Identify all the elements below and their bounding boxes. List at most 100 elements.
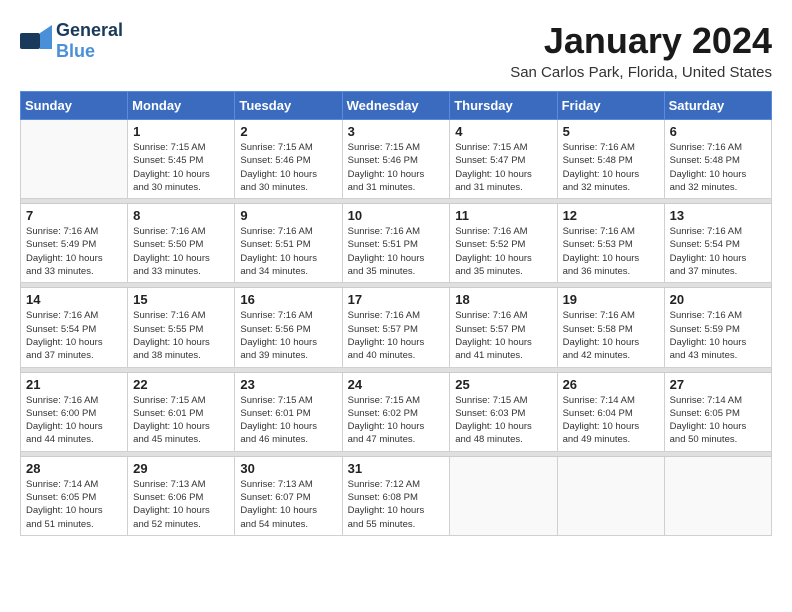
calendar-cell: 16Sunrise: 7:16 AM Sunset: 5:56 PM Dayli… bbox=[235, 288, 342, 367]
day-info: Sunrise: 7:16 AM Sunset: 5:53 PM Dayligh… bbox=[563, 225, 659, 278]
weekday-header-thursday: Thursday bbox=[450, 92, 557, 120]
logo-general: General bbox=[56, 20, 123, 40]
day-info: Sunrise: 7:15 AM Sunset: 6:01 PM Dayligh… bbox=[133, 394, 229, 447]
day-number: 14 bbox=[26, 292, 122, 307]
calendar-cell: 22 Sunrise: 7:15 AM Sunset: 6:01 PM Dayli… bbox=[128, 372, 235, 451]
day-number: 9 bbox=[240, 208, 336, 223]
day-info: Sunrise: 7:16 AM Sunset: 5:51 PM Dayligh… bbox=[240, 225, 336, 278]
day-number: 18 bbox=[455, 292, 551, 307]
calendar-cell: 27 Sunrise: 7:14 AM Sunset: 6:05 PM Dayli… bbox=[664, 372, 771, 451]
day-number: 21 bbox=[26, 377, 122, 392]
day-number: 22 bbox=[133, 377, 229, 392]
day-info: Sunrise: 7:14 AM Sunset: 6:05 PM Dayligh… bbox=[670, 394, 766, 447]
month-title: January 2024 bbox=[510, 20, 772, 62]
day-info: Sunrise: 7:13 AM Sunset: 6:06 PM Dayligh… bbox=[133, 478, 229, 531]
calendar-cell: 30Sunrise: 7:13 AM Sunset: 6:07 PM Dayli… bbox=[235, 456, 342, 535]
day-number: 6 bbox=[670, 124, 766, 139]
calendar-cell: 2 Sunrise: 7:15 AM Sunset: 5:46 PM Daylig… bbox=[235, 120, 342, 199]
calendar-table: SundayMondayTuesdayWednesdayThursdayFrid… bbox=[20, 91, 772, 536]
logo-icon bbox=[20, 25, 52, 57]
day-number: 12 bbox=[563, 208, 659, 223]
calendar-cell: 21 Sunrise: 7:16 AM Sunset: 6:00 PM Dayli… bbox=[21, 372, 128, 451]
day-number: 3 bbox=[348, 124, 445, 139]
calendar-cell: 7 Sunrise: 7:16 AM Sunset: 5:49 PM Daylig… bbox=[21, 204, 128, 283]
day-number: 31 bbox=[348, 461, 445, 476]
title-block: January 2024 San Carlos Park, Florida, U… bbox=[510, 20, 772, 81]
day-info: Sunrise: 7:16 AM Sunset: 5:57 PM Dayligh… bbox=[455, 309, 551, 362]
day-info: Sunrise: 7:13 AM Sunset: 6:07 PM Dayligh… bbox=[240, 478, 336, 531]
calendar-week-row: 21 Sunrise: 7:16 AM Sunset: 6:00 PM Dayli… bbox=[21, 372, 772, 451]
weekday-header-wednesday: Wednesday bbox=[342, 92, 450, 120]
calendar-cell: 14 Sunrise: 7:16 AM Sunset: 5:54 PM Dayli… bbox=[21, 288, 128, 367]
calendar-cell: 23Sunrise: 7:15 AM Sunset: 6:01 PM Dayli… bbox=[235, 372, 342, 451]
calendar-cell: 15 Sunrise: 7:16 AM Sunset: 5:55 PM Dayli… bbox=[128, 288, 235, 367]
weekday-header-tuesday: Tuesday bbox=[235, 92, 342, 120]
day-info: Sunrise: 7:16 AM Sunset: 5:56 PM Dayligh… bbox=[240, 309, 336, 362]
day-info: Sunrise: 7:16 AM Sunset: 5:58 PM Dayligh… bbox=[563, 309, 659, 362]
calendar-cell: 28 Sunrise: 7:14 AM Sunset: 6:05 PM Dayli… bbox=[21, 456, 128, 535]
day-info: Sunrise: 7:16 AM Sunset: 5:57 PM Dayligh… bbox=[348, 309, 445, 362]
day-number: 26 bbox=[563, 377, 659, 392]
calendar-cell: 31 Sunrise: 7:12 AM Sunset: 6:08 PM Dayli… bbox=[342, 456, 450, 535]
calendar-week-row: 7 Sunrise: 7:16 AM Sunset: 5:49 PM Daylig… bbox=[21, 204, 772, 283]
day-number: 2 bbox=[240, 124, 336, 139]
calendar-cell: 1Sunrise: 7:15 AM Sunset: 5:45 PM Daylig… bbox=[128, 120, 235, 199]
calendar-cell: 26 Sunrise: 7:14 AM Sunset: 6:04 PM Dayli… bbox=[557, 372, 664, 451]
logo: General Blue bbox=[20, 20, 123, 62]
calendar-cell: 8Sunrise: 7:16 AM Sunset: 5:50 PM Daylig… bbox=[128, 204, 235, 283]
day-info: Sunrise: 7:15 AM Sunset: 6:02 PM Dayligh… bbox=[348, 394, 445, 447]
calendar-cell: 12 Sunrise: 7:16 AM Sunset: 5:53 PM Dayli… bbox=[557, 204, 664, 283]
day-info: Sunrise: 7:15 AM Sunset: 6:03 PM Dayligh… bbox=[455, 394, 551, 447]
day-number: 27 bbox=[670, 377, 766, 392]
calendar-cell bbox=[450, 456, 557, 535]
day-info: Sunrise: 7:16 AM Sunset: 5:51 PM Dayligh… bbox=[348, 225, 445, 278]
day-info: Sunrise: 7:14 AM Sunset: 6:05 PM Dayligh… bbox=[26, 478, 122, 531]
weekday-header-friday: Friday bbox=[557, 92, 664, 120]
calendar-cell bbox=[557, 456, 664, 535]
day-info: Sunrise: 7:16 AM Sunset: 5:54 PM Dayligh… bbox=[670, 225, 766, 278]
calendar-cell: 25 Sunrise: 7:15 AM Sunset: 6:03 PM Dayli… bbox=[450, 372, 557, 451]
day-number: 29 bbox=[133, 461, 229, 476]
calendar-cell: 17 Sunrise: 7:16 AM Sunset: 5:57 PM Dayli… bbox=[342, 288, 450, 367]
weekday-header-saturday: Saturday bbox=[664, 92, 771, 120]
day-info: Sunrise: 7:15 AM Sunset: 5:46 PM Dayligh… bbox=[240, 141, 336, 194]
day-info: Sunrise: 7:16 AM Sunset: 5:52 PM Dayligh… bbox=[455, 225, 551, 278]
day-number: 17 bbox=[348, 292, 445, 307]
day-number: 15 bbox=[133, 292, 229, 307]
day-info: Sunrise: 7:15 AM Sunset: 6:01 PM Dayligh… bbox=[240, 394, 336, 447]
day-number: 7 bbox=[26, 208, 122, 223]
day-number: 25 bbox=[455, 377, 551, 392]
calendar-cell: 20Sunrise: 7:16 AM Sunset: 5:59 PM Dayli… bbox=[664, 288, 771, 367]
calendar-week-row: 1Sunrise: 7:15 AM Sunset: 5:45 PM Daylig… bbox=[21, 120, 772, 199]
day-number: 28 bbox=[26, 461, 122, 476]
day-info: Sunrise: 7:16 AM Sunset: 5:49 PM Dayligh… bbox=[26, 225, 122, 278]
day-info: Sunrise: 7:16 AM Sunset: 5:55 PM Dayligh… bbox=[133, 309, 229, 362]
day-info: Sunrise: 7:15 AM Sunset: 5:45 PM Dayligh… bbox=[133, 141, 229, 194]
day-info: Sunrise: 7:16 AM Sunset: 5:48 PM Dayligh… bbox=[670, 141, 766, 194]
day-number: 10 bbox=[348, 208, 445, 223]
day-info: Sunrise: 7:16 AM Sunset: 6:00 PM Dayligh… bbox=[26, 394, 122, 447]
day-info: Sunrise: 7:15 AM Sunset: 5:46 PM Dayligh… bbox=[348, 141, 445, 194]
day-info: Sunrise: 7:12 AM Sunset: 6:08 PM Dayligh… bbox=[348, 478, 445, 531]
day-info: Sunrise: 7:16 AM Sunset: 5:50 PM Dayligh… bbox=[133, 225, 229, 278]
calendar-cell: 6 Sunrise: 7:16 AM Sunset: 5:48 PM Daylig… bbox=[664, 120, 771, 199]
calendar-cell: 3 Sunrise: 7:15 AM Sunset: 5:46 PM Daylig… bbox=[342, 120, 450, 199]
day-number: 5 bbox=[563, 124, 659, 139]
day-number: 19 bbox=[563, 292, 659, 307]
day-number: 24 bbox=[348, 377, 445, 392]
day-info: Sunrise: 7:14 AM Sunset: 6:04 PM Dayligh… bbox=[563, 394, 659, 447]
weekday-header-monday: Monday bbox=[128, 92, 235, 120]
calendar-week-row: 14 Sunrise: 7:16 AM Sunset: 5:54 PM Dayli… bbox=[21, 288, 772, 367]
day-info: Sunrise: 7:16 AM Sunset: 5:59 PM Dayligh… bbox=[670, 309, 766, 362]
calendar-cell: 5Sunrise: 7:16 AM Sunset: 5:48 PM Daylig… bbox=[557, 120, 664, 199]
calendar-cell bbox=[21, 120, 128, 199]
calendar-cell: 13 Sunrise: 7:16 AM Sunset: 5:54 PM Dayli… bbox=[664, 204, 771, 283]
day-number: 11 bbox=[455, 208, 551, 223]
calendar-cell: 24 Sunrise: 7:15 AM Sunset: 6:02 PM Dayli… bbox=[342, 372, 450, 451]
day-number: 13 bbox=[670, 208, 766, 223]
calendar-cell: 18 Sunrise: 7:16 AM Sunset: 5:57 PM Dayli… bbox=[450, 288, 557, 367]
calendar-cell: 10 Sunrise: 7:16 AM Sunset: 5:51 PM Dayli… bbox=[342, 204, 450, 283]
day-info: Sunrise: 7:16 AM Sunset: 5:54 PM Dayligh… bbox=[26, 309, 122, 362]
calendar-cell: 19 Sunrise: 7:16 AM Sunset: 5:58 PM Dayli… bbox=[557, 288, 664, 367]
calendar-cell: 9 Sunrise: 7:16 AM Sunset: 5:51 PM Daylig… bbox=[235, 204, 342, 283]
